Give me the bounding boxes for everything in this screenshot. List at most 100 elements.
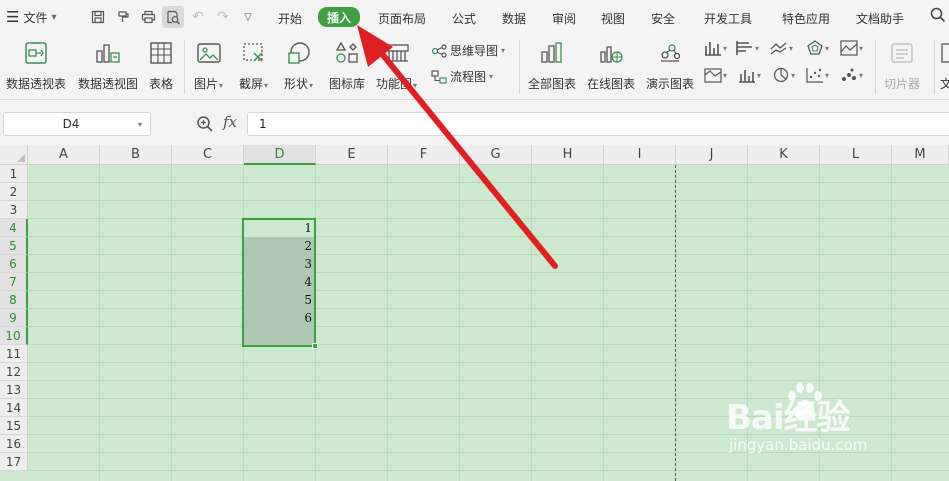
insert-function-button[interactable]: fx [223, 113, 237, 131]
format-painter-icon [118, 11, 129, 22]
picture-icon [196, 40, 222, 66]
row-header-14[interactable]: 14 [0, 399, 28, 417]
scatter-chart-button[interactable]: ▾ [806, 67, 829, 83]
gridline [28, 272, 949, 273]
row-header-17[interactable]: 17 [0, 453, 28, 471]
tab-special-features[interactable]: 特色应用 [782, 9, 830, 27]
row-header-5[interactable]: 5 [0, 237, 28, 255]
column-header-l[interactable]: L [820, 145, 892, 165]
formula-input[interactable]: 1 [247, 112, 949, 136]
tab-insert[interactable]: 插入 [318, 7, 361, 27]
table-button[interactable]: 表格 [149, 40, 173, 92]
pivot-table-button[interactable]: 数据透视表 [6, 40, 66, 92]
fill-handle[interactable] [312, 343, 318, 349]
tab-security[interactable]: 安全 [651, 9, 675, 27]
demo-chart-button[interactable]: 演示图表 [646, 40, 694, 92]
all-charts-button[interactable]: 全部图表 [528, 40, 576, 92]
row-header-16[interactable]: 16 [0, 435, 28, 453]
shapes-icon [286, 40, 312, 66]
combo-chart-button[interactable]: ▾ [738, 67, 761, 83]
column-header-a[interactable]: A [28, 145, 100, 165]
column-header-m[interactable]: M [892, 145, 949, 165]
row-header-8[interactable]: 8 [0, 291, 28, 309]
gridline [28, 236, 949, 237]
column-header-f[interactable]: F [388, 145, 460, 165]
print-preview-button[interactable] [162, 6, 184, 28]
column-header-h[interactable]: H [532, 145, 604, 165]
text-box-button[interactable]: 文 [940, 40, 949, 92]
slicer-button[interactable]: 切片器 [884, 40, 920, 92]
tab-data[interactable]: 数据 [502, 9, 526, 27]
radar-chart-button[interactable]: ▾ [806, 40, 829, 56]
column-header-b[interactable]: B [100, 145, 172, 165]
row-header-15[interactable]: 15 [0, 417, 28, 435]
row-header-11[interactable]: 11 [0, 345, 28, 363]
flowchart-button[interactable]: 流程图 ▾ [431, 68, 493, 85]
icon-library-button[interactable]: 图标库 [329, 40, 365, 92]
print-button[interactable] [137, 6, 159, 28]
row-header-13[interactable]: 13 [0, 381, 28, 399]
select-all-corner[interactable] [0, 145, 28, 165]
row-header-4[interactable]: 4 [0, 219, 28, 237]
picture-button[interactable]: 图片▾ [194, 40, 223, 92]
function-chart-icon [383, 40, 411, 66]
row-header-12[interactable]: 12 [0, 363, 28, 381]
row-header-7[interactable]: 7 [0, 273, 28, 291]
line-chart-button[interactable]: ▾ [770, 40, 793, 56]
dropdown-arrow-icon: ▾ [825, 70, 830, 80]
function-chart-button[interactable]: 功能图▾ [376, 40, 417, 92]
column-header-c[interactable]: C [172, 145, 244, 165]
dropdown-arrow-icon: ▾ [859, 43, 864, 53]
name-box[interactable]: D4 ▾ [3, 112, 151, 136]
icon-library-label: 图标库 [329, 77, 366, 91]
dropdown-arrow-icon: ▾ [138, 119, 143, 129]
more-charts-button[interactable]: ▾ [840, 67, 863, 83]
tab-view[interactable]: 视图 [601, 9, 625, 27]
save-button[interactable] [87, 6, 109, 28]
line-chart-icon [770, 42, 787, 55]
pivot-chart-button[interactable]: 数据透视图 [78, 40, 138, 92]
row-header-9[interactable]: 9 [0, 309, 28, 327]
redo-button[interactable]: ↷ [212, 6, 234, 28]
tab-formulas[interactable]: 公式 [452, 9, 476, 27]
column-header-d[interactable]: D [244, 145, 316, 165]
undo-icon: ↶ [192, 9, 204, 25]
file-menu[interactable]: ☰ 文件 ▾ [6, 7, 57, 27]
zoom-icon[interactable] [196, 115, 214, 137]
row-header-10[interactable]: 10 [0, 327, 28, 345]
undo-button[interactable]: ↶ [187, 6, 209, 28]
pivot-table-label: 数据透视表 [6, 77, 67, 91]
text-box-label: 文 [940, 77, 949, 91]
customize-quick-access-button[interactable]: ▽ [237, 6, 259, 28]
row-header-6[interactable]: 6 [0, 255, 28, 273]
column-header-e[interactable]: E [316, 145, 388, 165]
mindmap-button[interactable]: 思维导图 ▾ [431, 42, 505, 59]
stock-chart-button[interactable]: ▾ [704, 67, 727, 83]
spreadsheet-grid[interactable]: A B C D E F G H I J K L M 1 2 3 4 5 6 1 [0, 145, 949, 481]
dropdown-arrow-icon: ▾ [723, 43, 728, 53]
menu-bar: ☰ 文件 ▾ ↶ ↷ ▽ 开始 插入 页面布局 公式 数据 审阅 视图 安全 开… [0, 0, 949, 34]
format-painter-button[interactable] [112, 6, 134, 28]
online-chart-button[interactable]: 在线图表 [587, 40, 635, 92]
row-header-2[interactable]: 2 [0, 183, 28, 201]
column-header-k[interactable]: K [748, 145, 820, 165]
column-header-j[interactable]: J [676, 145, 748, 165]
shapes-button[interactable]: 形状▾ [284, 40, 313, 92]
icon-library-icon [334, 40, 360, 66]
column-chart-button[interactable]: ▾ [704, 40, 727, 56]
screenshot-button[interactable]: 截屏▾ [239, 40, 268, 92]
row-header-1[interactable]: 1 [0, 165, 28, 183]
chevron-down-icon: ▾ [51, 11, 57, 23]
bar-chart-button[interactable]: ▾ [736, 40, 759, 56]
area-chart-button[interactable]: ▾ [840, 40, 863, 56]
row-header-3[interactable]: 3 [0, 201, 28, 219]
tab-developer-tools[interactable]: 开发工具 [704, 9, 752, 27]
column-header-i[interactable]: I [604, 145, 676, 165]
tab-document-assistant[interactable]: 文档助手 [856, 9, 904, 27]
pie-chart-button[interactable]: ▾ [772, 67, 795, 83]
search-button[interactable] [930, 7, 946, 27]
tab-page-layout[interactable]: 页面布局 [378, 9, 426, 27]
column-header-g[interactable]: G [460, 145, 532, 165]
tab-home[interactable]: 开始 [278, 9, 302, 27]
tab-review[interactable]: 审阅 [552, 9, 576, 27]
